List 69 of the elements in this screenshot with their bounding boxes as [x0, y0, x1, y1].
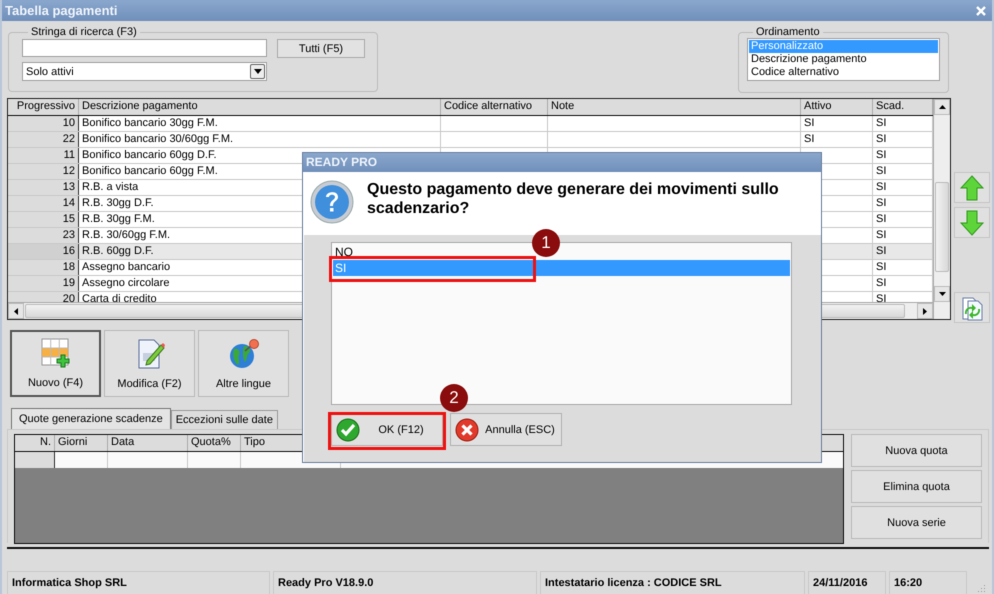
table-cell: Bonifico bancario 30gg F.M. [79, 116, 441, 131]
table-cell: SI [801, 116, 873, 131]
caret-icon [254, 69, 262, 74]
status-text: Ready Pro V18.9.0 [273, 571, 537, 594]
arrow-down-icon [960, 210, 984, 236]
list-item[interactable]: Descrizione pagamento [749, 53, 938, 66]
column-header[interactable]: Note [548, 99, 801, 115]
question-icon [310, 180, 354, 224]
scroll-up-icon[interactable] [938, 105, 946, 109]
action-button[interactable]: Nuova quota [851, 434, 982, 467]
group-label: Stringa di ricerca (F3) [30, 26, 138, 38]
ok-button[interactable]: OK (F12) [331, 413, 443, 446]
move-down-button[interactable] [954, 207, 990, 238]
row-number-cell: 20 [8, 292, 79, 302]
row-number-cell: 23 [8, 228, 79, 243]
show-all-button[interactable]: Tutti (F5) [277, 39, 365, 58]
action-button[interactable]: Nuova serie [851, 506, 982, 539]
table-row[interactable]: 22 Bonifico bancario 30/60gg F.M. SI SI [8, 132, 933, 148]
row-number-cell: 12 [8, 164, 79, 179]
column-header[interactable]: Quota% [188, 435, 241, 451]
table-row[interactable]: 10 Bonifico bancario 30gg F.M. SI SI [8, 116, 933, 132]
status-text: Intestatario licenza : CODICE SRL [540, 571, 805, 594]
arrow-up-icon [960, 174, 984, 200]
resize-grip-icon [976, 583, 986, 593]
cancel-button[interactable]: Annulla (ESC) [450, 413, 562, 446]
row-number-cell: 14 [8, 196, 79, 211]
search-field[interactable] [22, 39, 267, 57]
action-button[interactable]: Elimina quota [851, 470, 982, 503]
row-number-cell: 15 [8, 212, 79, 227]
tab[interactable]: Quote generazione scadenze [11, 408, 171, 429]
status-text: 24/11/2016 [808, 571, 886, 594]
table-add-icon [40, 338, 70, 368]
row-number-cell: 11 [8, 148, 79, 163]
row-number-cell: 10 [8, 116, 79, 131]
column-header[interactable]: Progressivo [8, 99, 79, 115]
window-title: Tabella pagamenti [5, 3, 118, 18]
row-number-cell: 13 [8, 180, 79, 195]
list-item[interactable]: Codice alternativo [749, 66, 938, 79]
table-cell: SI [801, 132, 873, 147]
refresh-button[interactable] [954, 292, 990, 323]
tab[interactable]: Eccezioni sulle date [170, 410, 278, 429]
table-cell: Bonifico bancario 30/60gg F.M. [79, 132, 441, 147]
status-text: Informatica Shop SRL [7, 571, 270, 594]
checkmark-icon [336, 418, 360, 442]
column-header[interactable]: Giorni [55, 435, 108, 451]
scroll-down-icon[interactable] [938, 292, 946, 296]
filter-dropdown[interactable]: Solo attivi [22, 62, 267, 81]
row-number-cell: 19 [8, 276, 79, 291]
row-number-cell: 22 [8, 132, 79, 147]
group-label: Ordinamento [755, 26, 821, 38]
close-button[interactable] [974, 4, 988, 18]
document-refresh-icon [960, 294, 984, 320]
scroll-right-icon[interactable] [923, 308, 927, 315]
move-up-button[interactable] [954, 172, 990, 203]
status-text: 16:20 [889, 571, 967, 594]
toolbar-button[interactable]: Altre lingue [198, 330, 289, 397]
row-number-cell: 18 [8, 260, 79, 275]
column-header[interactable]: N. [15, 435, 55, 451]
globe-icon [228, 339, 258, 369]
toolbar-button[interactable]: Modifica (F2) [104, 330, 195, 397]
vertical-scrollbar[interactable] [933, 99, 950, 319]
column-header[interactable]: Descrizione pagamento [79, 99, 441, 115]
scroll-left-icon[interactable] [14, 308, 18, 315]
toolbar-button[interactable]: Nuovo (F4) [10, 330, 101, 397]
cancel-icon [455, 418, 479, 442]
column-header[interactable]: Attivo [801, 99, 873, 115]
row-number-cell: 16 [8, 244, 79, 259]
column-header[interactable]: Data [108, 435, 188, 451]
column-header[interactable]: Codice alternativo [441, 99, 548, 115]
